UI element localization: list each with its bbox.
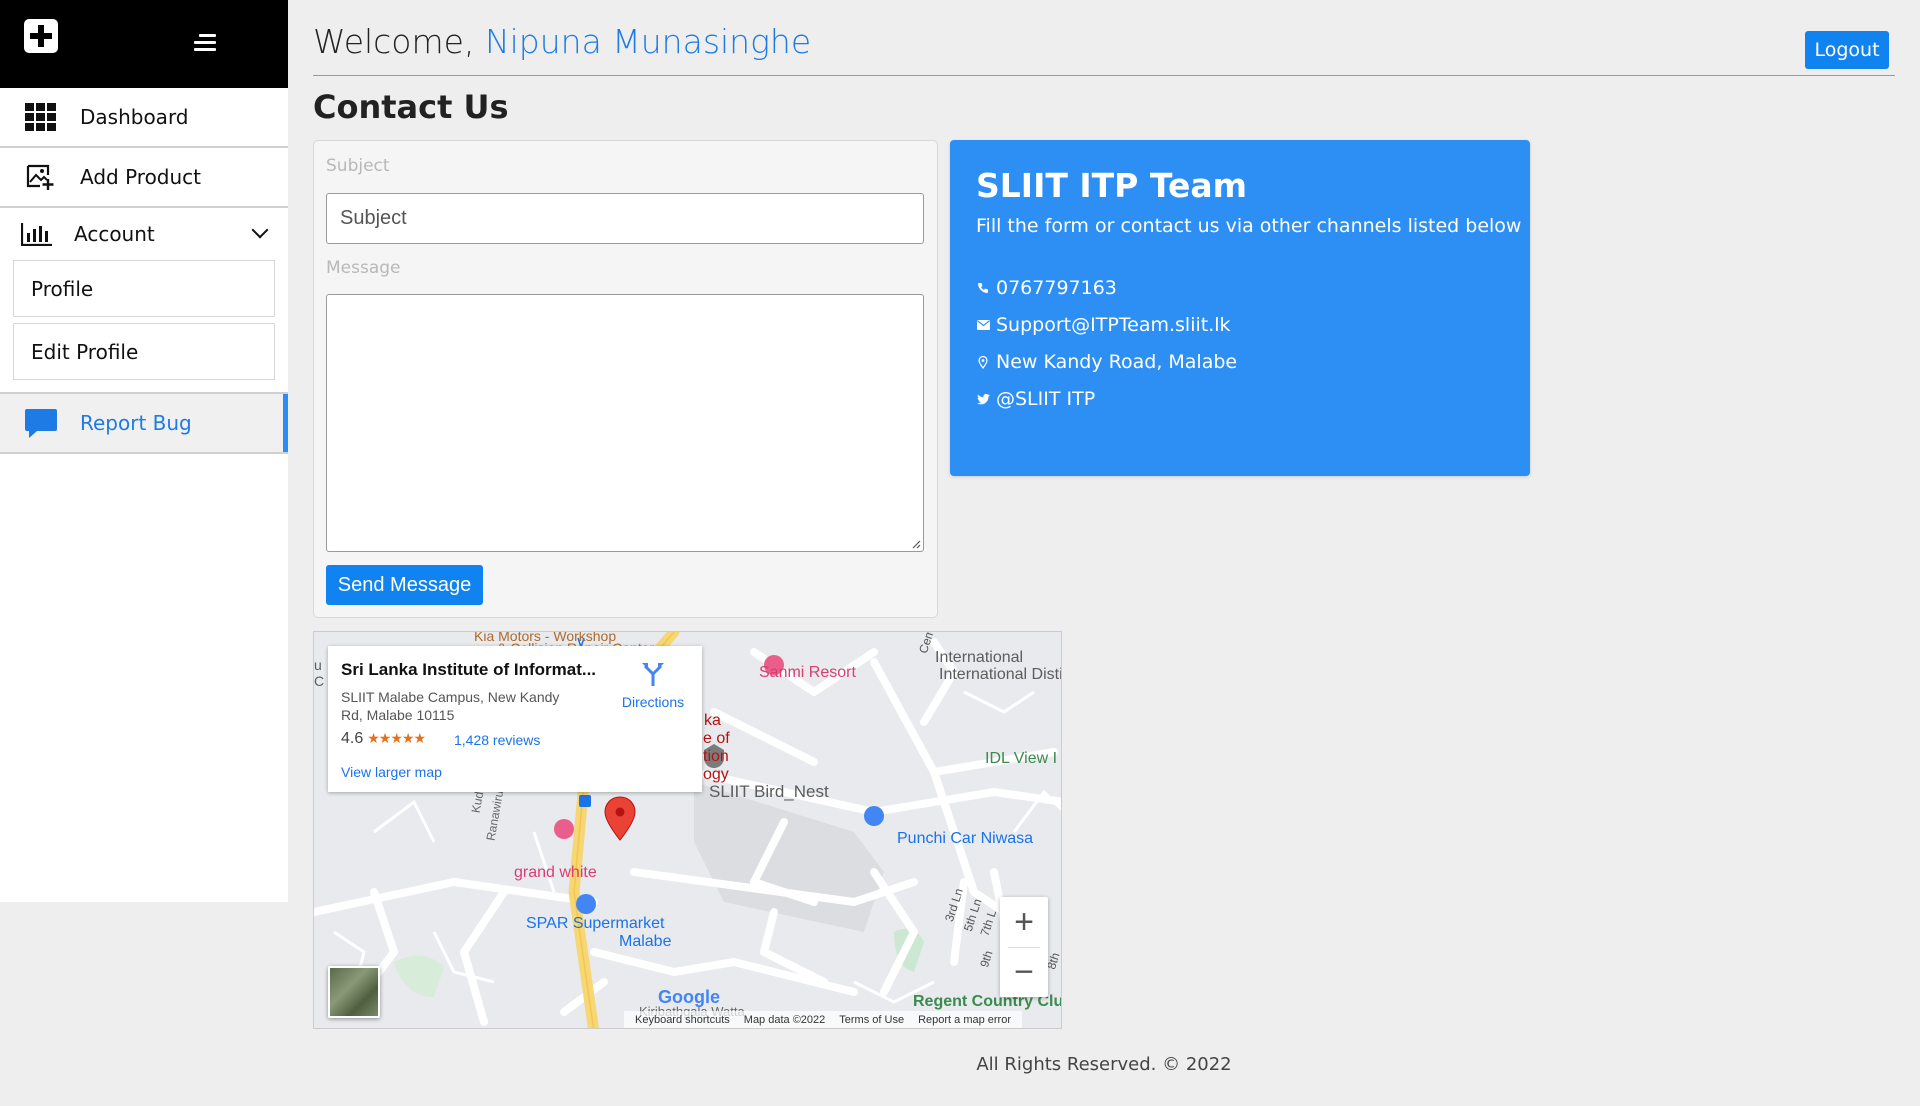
sidebar-item-profile[interactable]: Profile xyxy=(13,260,275,317)
sidebar-item-label: Report Bug xyxy=(80,411,192,435)
mail-icon xyxy=(976,318,990,332)
reviews-link[interactable]: 1,428 reviews xyxy=(454,732,540,748)
google-logo-text: Google xyxy=(658,987,720,1007)
map-label-sanmi: Sanmi Resort xyxy=(759,664,856,681)
contact-address: New Kandy Road, Malabe xyxy=(976,351,1237,373)
contact-twitter: @SLIIT ITP xyxy=(976,388,1095,410)
contact-info-card: SLIIT ITP Team Fill the form or contact … xyxy=(950,140,1530,476)
rating-stars-icon: ★★★★★ xyxy=(367,730,426,746)
page-footer: All Rights Reserved. © 2022 xyxy=(976,1054,1232,1075)
sidebar-header xyxy=(0,0,288,88)
map-label-eof: e of xyxy=(703,730,730,747)
contact-subtitle: Fill the form or contact us via other ch… xyxy=(976,215,1522,237)
logo-plus-icon xyxy=(24,19,58,53)
twitter-icon xyxy=(976,392,990,406)
header-divider xyxy=(313,75,1895,76)
welcome-text: Welcome, xyxy=(313,22,475,61)
directions-icon xyxy=(642,663,664,686)
phone-icon xyxy=(976,281,990,295)
subject-label: Subject xyxy=(326,156,390,176)
chevron-down-icon xyxy=(251,221,269,239)
map-label-spar-malabe: Malabe xyxy=(619,933,672,950)
sidebar-item-label: Dashboard xyxy=(80,105,189,129)
sidebar: Dashboard Add Product Account Profile Ed… xyxy=(0,0,288,902)
place-rating: 4.6 ★★★★★ xyxy=(341,730,429,748)
zoom-controls: + − xyxy=(1000,897,1048,997)
hamburger-menu-icon[interactable] xyxy=(192,32,216,54)
rating-value: 4.6 xyxy=(341,730,364,747)
map-label-grand-white: grand white xyxy=(514,864,597,881)
bar-chart-icon xyxy=(20,219,54,249)
map-label-punchi: Punchi Car Niwasa xyxy=(897,830,1034,847)
map-label-tion: tion xyxy=(703,748,729,765)
grid-icon xyxy=(24,102,58,132)
phone-text: 0767797163 xyxy=(996,277,1117,299)
sidebar-item-account[interactable]: Account xyxy=(0,208,288,260)
place-name: Sri Lanka Institute of Informat... xyxy=(341,660,597,679)
subject-input[interactable] xyxy=(326,193,924,244)
map-label-u: u xyxy=(314,657,322,673)
view-larger-map-link[interactable]: View larger map xyxy=(341,764,442,780)
zoom-out-button[interactable]: − xyxy=(1000,947,1048,997)
contact-form: Subject Message Send Message xyxy=(313,140,938,618)
location-pin-icon xyxy=(976,355,990,369)
sidebar-item-dashboard[interactable]: Dashboard xyxy=(0,88,288,148)
account-submenu: Profile Edit Profile xyxy=(0,260,288,394)
place-info-card: Sri Lanka Institute of Informat... SLIIT… xyxy=(328,646,702,792)
sidebar-item-report-bug[interactable]: Report Bug xyxy=(0,394,288,454)
map-footer: Keyboard shortcuts Map data ©2022 Terms … xyxy=(624,1011,1023,1028)
directions-button[interactable]: Directions xyxy=(613,660,693,710)
contact-email: Support@ITPTeam.sliit.lk xyxy=(976,314,1231,336)
place-address: SLIIT Malabe Campus, New Kandy Rd, Malab… xyxy=(341,689,560,723)
logout-button[interactable]: Logout xyxy=(1805,31,1889,69)
google-logo: Google xyxy=(658,987,720,1008)
sidebar-item-label: Add Product xyxy=(80,165,202,189)
satellite-toggle[interactable] xyxy=(328,966,380,1018)
map-data-text: Map data ©2022 xyxy=(743,1014,826,1026)
add-image-icon xyxy=(24,162,58,192)
map-label-idl-distillers: International Distillers Limite xyxy=(939,666,1062,683)
sidebar-item-add-product[interactable]: Add Product xyxy=(0,148,288,208)
sidebar-item-label: Account xyxy=(74,222,155,246)
user-name: Nipuna Munasinghe xyxy=(484,22,812,61)
page-title: Contact Us xyxy=(313,88,509,126)
map-label-bird-nest: SLIIT Bird_Nest xyxy=(709,782,829,801)
keyboard-shortcuts-link[interactable]: Keyboard shortcuts xyxy=(635,1014,730,1026)
message-label: Message xyxy=(326,258,401,278)
directions-label: Directions xyxy=(621,694,685,710)
message-textarea[interactable] xyxy=(326,294,924,552)
contact-phone: 0767797163 xyxy=(976,277,1117,299)
map-label-idl-distillers-line1: International xyxy=(935,649,1024,666)
send-message-button[interactable]: Send Message xyxy=(326,565,483,605)
embedded-map[interactable]: Kia Motors - Workshop & Collision Repair… xyxy=(313,631,1062,1029)
map-label-idl-view: IDL View I xyxy=(985,750,1058,767)
address-text: New Kandy Road, Malabe xyxy=(996,351,1238,373)
map-label-spar: SPAR Supermarket xyxy=(526,915,665,932)
report-map-error-link[interactable]: Report a map error xyxy=(918,1014,1011,1026)
welcome-heading: Welcome, Nipuna Munasinghe xyxy=(313,22,811,61)
map-label-ogy: ogy xyxy=(703,766,729,783)
map-label-c: C xyxy=(314,673,325,689)
chat-bubble-icon xyxy=(24,408,58,438)
team-title: SLIIT ITP Team xyxy=(976,166,1247,205)
zoom-in-button[interactable]: + xyxy=(1000,897,1048,947)
map-label-ka: ka xyxy=(704,712,721,729)
email-text: Support@ITPTeam.sliit.lk xyxy=(996,314,1231,336)
sidebar-item-edit-profile[interactable]: Edit Profile xyxy=(13,323,275,380)
terms-link[interactable]: Terms of Use xyxy=(839,1014,904,1026)
twitter-text: @SLIIT ITP xyxy=(996,388,1096,410)
